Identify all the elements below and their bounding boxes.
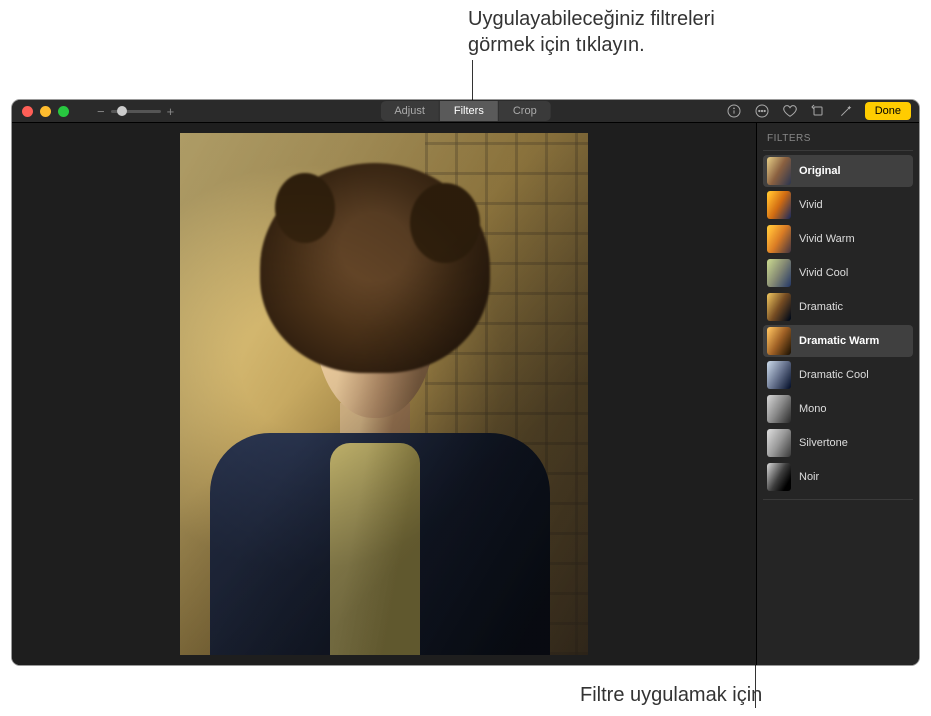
callout-filters-tab: Uygulayabileceğiniz filtreleri görmek iç… bbox=[468, 6, 715, 58]
filter-label: Noir bbox=[799, 471, 819, 483]
toolbar-right-controls: Done bbox=[725, 102, 911, 120]
filter-thumb-dramatic-cool bbox=[767, 361, 791, 389]
filter-vivid[interactable]: Vivid bbox=[763, 189, 913, 221]
photo-canvas-area bbox=[12, 123, 756, 665]
close-window-button[interactable] bbox=[22, 106, 33, 117]
panel-separator bbox=[763, 499, 913, 500]
filter-label: Dramatic Cool bbox=[799, 369, 869, 381]
zoom-out-icon: − bbox=[97, 104, 105, 119]
fullscreen-window-button[interactable] bbox=[58, 106, 69, 117]
filter-thumb-original bbox=[767, 157, 791, 185]
filter-dramatic-warm[interactable]: Dramatic Warm bbox=[763, 325, 913, 357]
edit-mode-tabs: Adjust Filters Crop bbox=[380, 101, 550, 121]
more-icon[interactable] bbox=[753, 102, 771, 120]
filter-thumb-mono bbox=[767, 395, 791, 423]
tab-crop[interactable]: Crop bbox=[499, 101, 551, 121]
filter-thumb-silvertone bbox=[767, 429, 791, 457]
callout-line-top bbox=[472, 60, 473, 102]
filter-vivid-warm[interactable]: Vivid Warm bbox=[763, 223, 913, 255]
filter-list: Original Vivid Vivid Warm Vivid Cool Dra bbox=[763, 155, 913, 493]
callout-apply-filter: Filtre uygulamak için bbox=[580, 682, 762, 708]
photos-edit-window: − + Adjust Filters Crop bbox=[12, 100, 919, 665]
filter-label: Vivid Warm bbox=[799, 233, 855, 245]
heart-icon[interactable] bbox=[781, 102, 799, 120]
filter-thumb-vivid-cool bbox=[767, 259, 791, 287]
zoom-slider[interactable]: − + bbox=[97, 104, 174, 119]
filter-label: Vivid Cool bbox=[799, 267, 848, 279]
filter-thumb-vivid-warm bbox=[767, 225, 791, 253]
wand-icon[interactable] bbox=[837, 102, 855, 120]
tab-adjust[interactable]: Adjust bbox=[380, 101, 440, 121]
rotate-icon[interactable] bbox=[809, 102, 827, 120]
filter-label: Dramatic bbox=[799, 301, 843, 313]
filter-dramatic-cool[interactable]: Dramatic Cool bbox=[763, 359, 913, 391]
filter-thumb-vivid bbox=[767, 191, 791, 219]
zoom-in-icon: + bbox=[167, 104, 175, 119]
minimize-window-button[interactable] bbox=[40, 106, 51, 117]
zoom-track[interactable] bbox=[111, 110, 161, 113]
filters-panel: FILTERS Original Vivid Vivid Warm Vivid … bbox=[756, 123, 919, 665]
filter-label: Mono bbox=[799, 403, 827, 415]
window-controls bbox=[22, 106, 69, 117]
filter-original[interactable]: Original bbox=[763, 155, 913, 187]
filter-noir[interactable]: Noir bbox=[763, 461, 913, 493]
edited-photo[interactable] bbox=[180, 133, 588, 655]
filter-dramatic[interactable]: Dramatic bbox=[763, 291, 913, 323]
filter-thumb-dramatic bbox=[767, 293, 791, 321]
info-icon[interactable] bbox=[725, 102, 743, 120]
filter-thumb-noir bbox=[767, 463, 791, 491]
tab-filters[interactable]: Filters bbox=[440, 101, 499, 121]
zoom-thumb[interactable] bbox=[117, 106, 127, 116]
done-button[interactable]: Done bbox=[865, 102, 911, 120]
filter-mono[interactable]: Mono bbox=[763, 393, 913, 425]
filter-label: Vivid bbox=[799, 199, 823, 211]
filter-label: Dramatic Warm bbox=[799, 335, 879, 347]
filters-panel-header: FILTERS bbox=[763, 131, 913, 151]
filter-silvertone[interactable]: Silvertone bbox=[763, 427, 913, 459]
editor-body: FILTERS Original Vivid Vivid Warm Vivid … bbox=[12, 123, 919, 665]
filter-label: Original bbox=[799, 165, 841, 177]
filter-label: Silvertone bbox=[799, 437, 848, 449]
filter-thumb-dramatic-warm bbox=[767, 327, 791, 355]
window-titlebar: − + Adjust Filters Crop bbox=[12, 100, 919, 123]
filter-vivid-cool[interactable]: Vivid Cool bbox=[763, 257, 913, 289]
